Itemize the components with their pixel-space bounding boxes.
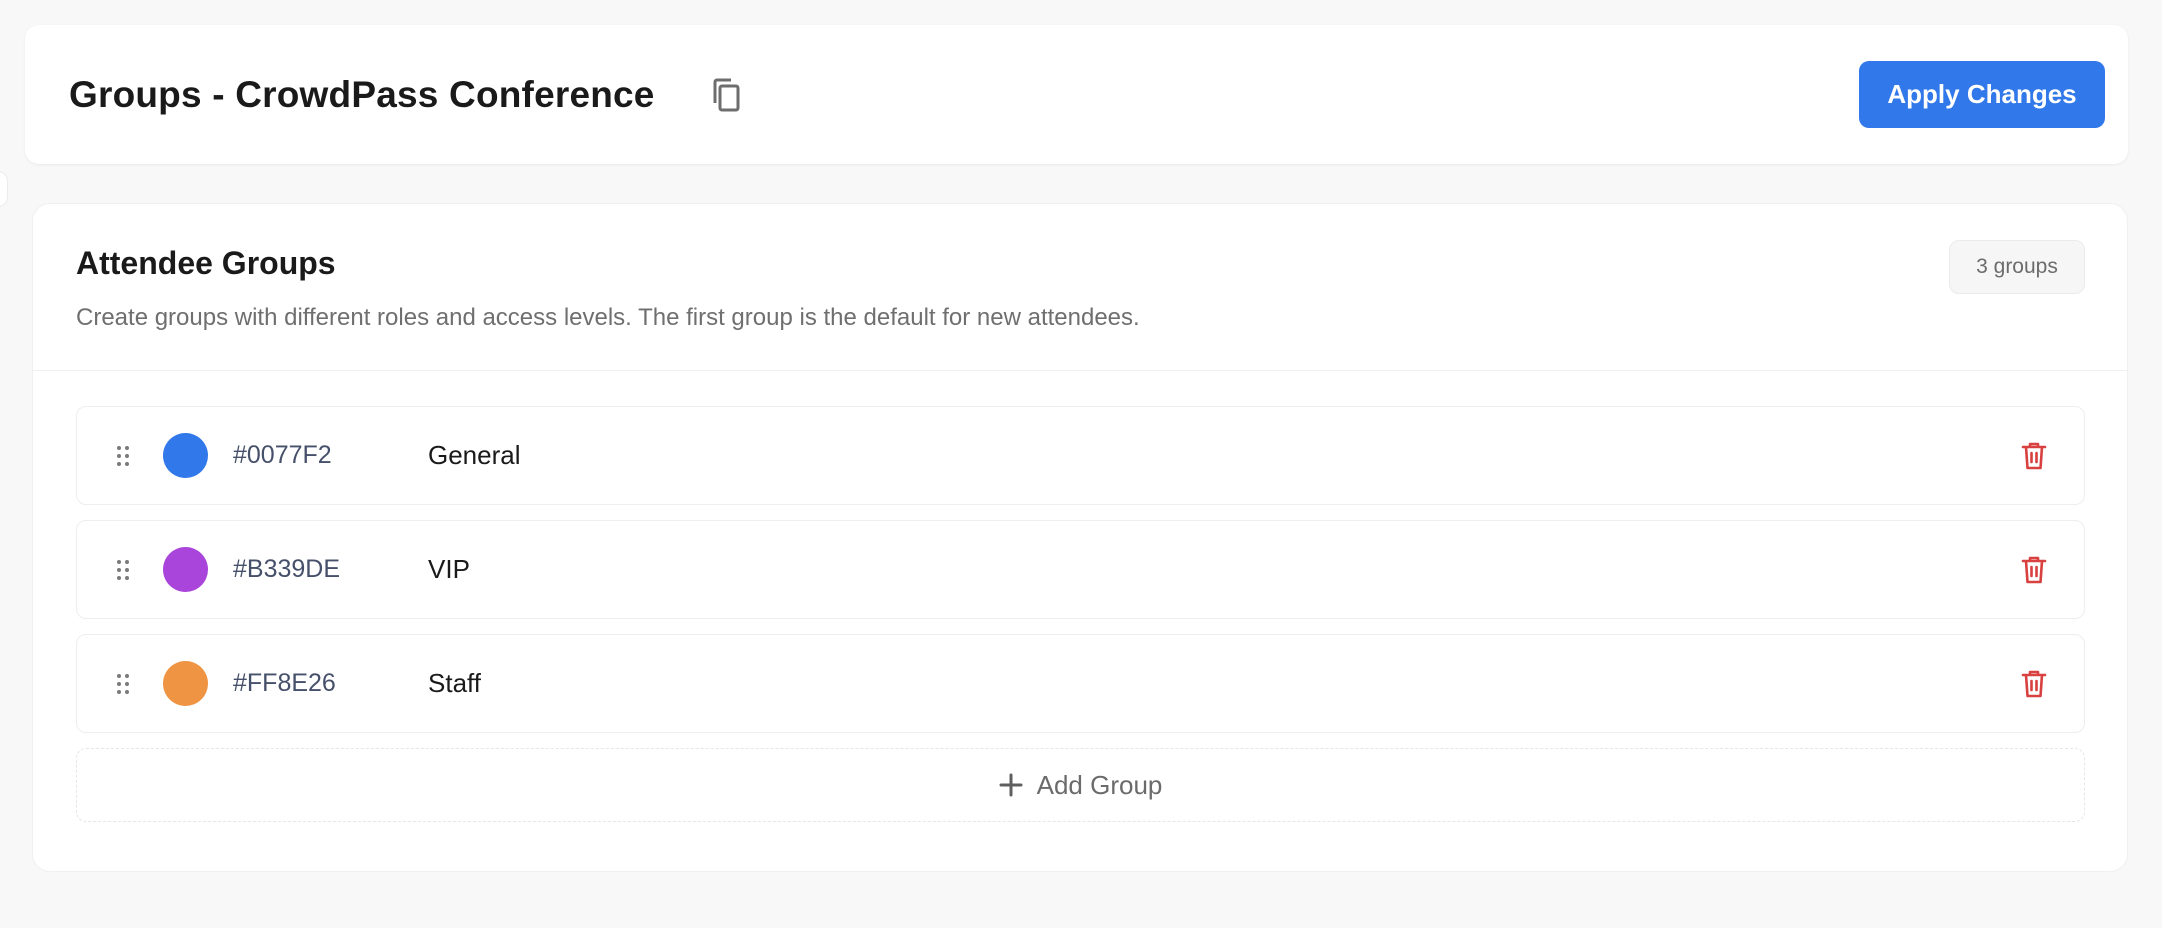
section-description: Create groups with different roles and a… [76,304,1140,331]
group-list: #0077F2 General #B339DE VIP #FF8E26 Staf… [33,371,2127,822]
color-swatch[interactable] [163,547,208,592]
group-name[interactable]: General [428,440,521,471]
color-hex[interactable]: #0077F2 [233,441,428,470]
trash-icon [2021,670,2047,697]
trash-icon [2021,556,2047,583]
drag-handle-icon[interactable] [110,445,136,467]
color-swatch[interactable] [163,661,208,706]
page-title: Groups - CrowdPass Conference [69,73,655,115]
delete-group-button[interactable] [2014,436,2054,476]
group-row-vip: #B339DE VIP [76,520,2085,619]
section-title: Attendee Groups [76,245,336,281]
group-name[interactable]: VIP [428,554,470,585]
drag-handle-icon[interactable] [110,559,136,581]
group-count-badge: 3 groups [1949,240,2085,294]
delete-group-button[interactable] [2014,664,2054,704]
attendee-groups-card: Attendee Groups Create groups with diffe… [32,203,2128,872]
trash-icon [2021,442,2047,469]
copy-icon [713,78,740,111]
color-hex[interactable]: #FF8E26 [233,669,428,698]
group-name[interactable]: Staff [428,668,481,699]
color-swatch[interactable] [163,433,208,478]
plus-icon [999,773,1023,797]
add-group-button[interactable]: Add Group [76,748,2085,822]
section-header: Attendee Groups Create groups with diffe… [33,204,2127,371]
drag-handle-icon[interactable] [110,673,136,695]
sidebar-toggle[interactable] [0,171,8,207]
add-group-label: Add Group [1036,769,1163,800]
apply-changes-button[interactable]: Apply Changes [1859,61,2105,128]
group-row-staff: #FF8E26 Staff [76,634,2085,733]
group-row-general: #0077F2 General [76,406,2085,505]
copy-button[interactable] [707,75,747,115]
color-hex[interactable]: #B339DE [233,555,428,584]
page-header: Groups - CrowdPass Conference Apply Chan… [25,25,2128,164]
delete-group-button[interactable] [2014,550,2054,590]
